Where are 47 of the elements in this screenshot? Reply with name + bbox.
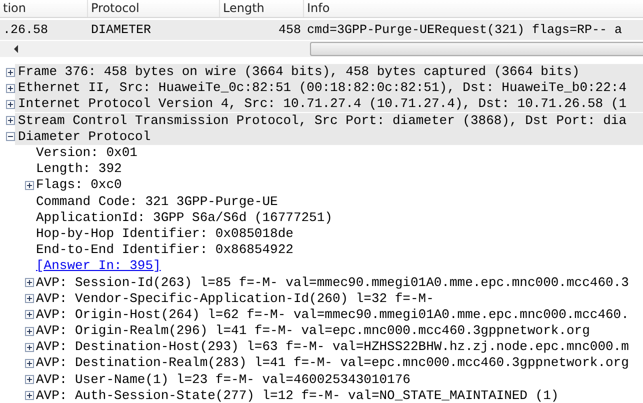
tree-node-label[interactable]: Stream Control Transmission Protocol, Src Port: diameter (3868), Dst Port: dia [15, 112, 643, 129]
packet-row[interactable]: .26.58 DIAMETER 458 cmd=3GPP-Purge-UERequest(321) flags=RP-- a [0, 20, 643, 40]
tree-field-label: AVP: User-Name(1) l=23 f=-M- val=460025343010176 [35, 372, 410, 388]
tree-field-label: Version: 0x01 [35, 145, 138, 162]
expand-icon[interactable] [6, 100, 15, 109]
expand-icon[interactable] [25, 310, 34, 320]
tree-field-label: AVP: Origin-Realm(296) l=41 f=-M- val=epc.mnc000.mcc460.3gppnetwork.org [35, 323, 590, 340]
table-cell-text: 458 [277, 22, 302, 39]
expand-icon[interactable] [25, 180, 34, 190]
tree-field-label: AVP: Destination-Realm(283) l=41 f=-M- val=epc.mnc000.mcc460.3gppnetwork.org [35, 355, 629, 372]
table-cell-text: DIAMETER [90, 22, 152, 39]
expand-icon[interactable] [6, 68, 15, 77]
tree-field-label: Length: 392 [35, 161, 122, 178]
expand-icon[interactable] [25, 358, 34, 368]
tree-field-label: AVP: Destination-Host(293) l=63 f=-M- val=HZHSS22BHW.hz.zj.node.epc.mnc000.m [35, 339, 629, 356]
tree-field-label: Flags: 0xc0 [35, 177, 122, 194]
scrollbar-thumb[interactable] [310, 42, 643, 56]
tree-field-label: AVP: Auth-Session-State(277) l=12 f=-M- val=NO_STATE_MAINTAINED (1) [35, 388, 559, 403]
tree-field-label: Hop-by-Hop Identifier: 0x085018de [35, 226, 294, 242]
tree-field-label: Command Code: 321 3GPP-Purge-UE [35, 194, 278, 210]
tree-field-label: End-to-End Identifier: 0x86854922 [35, 242, 294, 258]
table-cell-text: .26.58 [2, 22, 50, 39]
tree-field-label: AVP: Session-Id(263) l=85 f=-M- val=mmec90.mmegi01A0.mme.epc.mnc000.mcc460.3 [35, 274, 629, 291]
expand-icon[interactable] [25, 342, 34, 352]
scroll-left-icon[interactable] [13, 45, 19, 53]
tree-field-label: AVP: Origin-Host(264) l=62 f=-M- val=mmec90.mmegi01A0.mme.epc.mnc000.mcc460. [35, 306, 629, 323]
tree-node-label[interactable]: Diameter Protocol [15, 128, 643, 145]
collapse-icon[interactable] [6, 132, 15, 142]
expand-icon[interactable] [25, 294, 34, 304]
tree-field-label: AVP: Vendor-Specific-Application-Id(260) l=32 f=-M- [35, 290, 434, 307]
column-header[interactable]: Protocol [88, 0, 220, 17]
expand-icon[interactable] [25, 326, 34, 336]
horizontal-scrollbar[interactable] [0, 41, 643, 57]
column-header[interactable]: Length [220, 0, 304, 17]
tree-node-label[interactable]: Ethernet II, Src: HuaweiTe_0c:82:51 (00:18:82:0c:82:51), Dst: HuaweiTe_b0:22:4 [15, 80, 643, 96]
tree-field-label: ApplicationId: 3GPP S6a/S6d (16777251) [35, 210, 332, 226]
tree-node-label[interactable]: Frame 376: 458 bytes on wire (3664 bits), 458 bytes captured (3664 bits) [15, 64, 643, 80]
column-header[interactable]: tion [0, 0, 88, 17]
expand-icon[interactable] [6, 116, 15, 126]
tree-node-label[interactable]: Internet Protocol Version 4, Src: 10.71.27.4 (10.71.27.4), Dst: 10.71.26.58 (1 [15, 96, 643, 112]
expand-icon[interactable] [25, 278, 34, 288]
expand-icon[interactable] [25, 375, 34, 384]
expand-icon[interactable] [25, 391, 34, 400]
expand-icon[interactable] [6, 84, 15, 93]
column-header[interactable]: Info [304, 0, 643, 17]
answer-link[interactable]: [Answer In: 395] [34, 258, 161, 274]
table-cell-text: cmd=3GPP-Purge-UERequest(321) flags=RP-- a [306, 22, 624, 39]
